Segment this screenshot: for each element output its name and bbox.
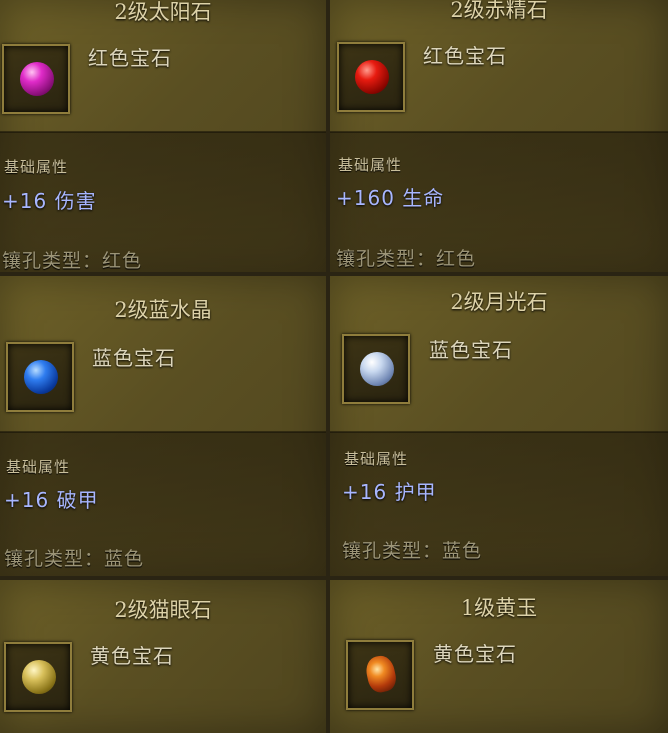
gem-card-cats-eye[interactable]: 2级猫眼石 黄色宝石 bbox=[0, 580, 326, 733]
red-gem-icon bbox=[355, 60, 389, 94]
magenta-gem-icon bbox=[20, 62, 54, 96]
gem-title: 2级太阳石 bbox=[114, 0, 212, 24]
gem-slot[interactable] bbox=[2, 44, 70, 114]
gem-type-label: 红色宝石 bbox=[88, 46, 172, 70]
gem-slot[interactable] bbox=[346, 640, 414, 710]
gem-type-label: 蓝色宝石 bbox=[429, 338, 513, 362]
gem-card-blue-crystal[interactable]: 2级蓝水晶 蓝色宝石 基础属性 +16 破甲 镶孔类型：蓝色 bbox=[0, 276, 326, 576]
attribute-value: +16 护甲 bbox=[342, 480, 437, 504]
gem-type-label: 蓝色宝石 bbox=[92, 346, 176, 370]
base-attribute-label: 基础属性 bbox=[6, 458, 71, 476]
base-attribute-label: 基础属性 bbox=[344, 450, 409, 468]
gem-slot[interactable] bbox=[337, 42, 405, 112]
gem-title: 1级黄玉 bbox=[460, 596, 538, 620]
socket-type: 镶孔类型：红色 bbox=[2, 250, 143, 272]
white-gem-icon bbox=[360, 352, 394, 386]
topaz-gem-icon bbox=[363, 653, 399, 695]
gem-title: 2级赤精石 bbox=[450, 0, 548, 22]
gem-type-label: 黄色宝石 bbox=[433, 642, 517, 666]
gem-slot[interactable] bbox=[342, 334, 410, 404]
base-attribute-label: 基础属性 bbox=[4, 158, 69, 176]
socket-type: 镶孔类型：红色 bbox=[336, 248, 477, 270]
socket-type: 镶孔类型：蓝色 bbox=[4, 548, 145, 570]
gem-card-topaz[interactable]: 1级黄玉 黄色宝石 bbox=[330, 580, 668, 733]
gem-title: 2级月光石 bbox=[450, 290, 548, 314]
gem-slot[interactable] bbox=[4, 642, 72, 712]
gem-type-label: 红色宝石 bbox=[423, 44, 507, 68]
gem-title: 2级猫眼石 bbox=[114, 598, 212, 622]
yellow-gem-icon bbox=[22, 660, 56, 694]
attribute-value: +16 破甲 bbox=[4, 488, 99, 512]
attribute-value: +160 生命 bbox=[336, 186, 445, 210]
attribute-value: +16 伤害 bbox=[2, 189, 97, 213]
gem-slot[interactable] bbox=[6, 342, 74, 412]
gem-card-moonstone[interactable]: 2级月光石 蓝色宝石 基础属性 +16 护甲 镶孔类型：蓝色 bbox=[330, 276, 668, 576]
gem-title: 2级蓝水晶 bbox=[114, 298, 212, 322]
base-attribute-label: 基础属性 bbox=[338, 156, 403, 174]
blue-gem-icon bbox=[24, 360, 58, 394]
gem-card-sunstone[interactable]: 2级太阳石 红色宝石 基础属性 +16 伤害 镶孔类型：红色 bbox=[0, 0, 326, 272]
socket-type: 镶孔类型：蓝色 bbox=[342, 540, 483, 562]
gem-type-label: 黄色宝石 bbox=[90, 644, 174, 668]
gem-card-red-essence[interactable]: 2级赤精石 红色宝石 基础属性 +160 生命 镶孔类型：红色 bbox=[330, 0, 668, 272]
